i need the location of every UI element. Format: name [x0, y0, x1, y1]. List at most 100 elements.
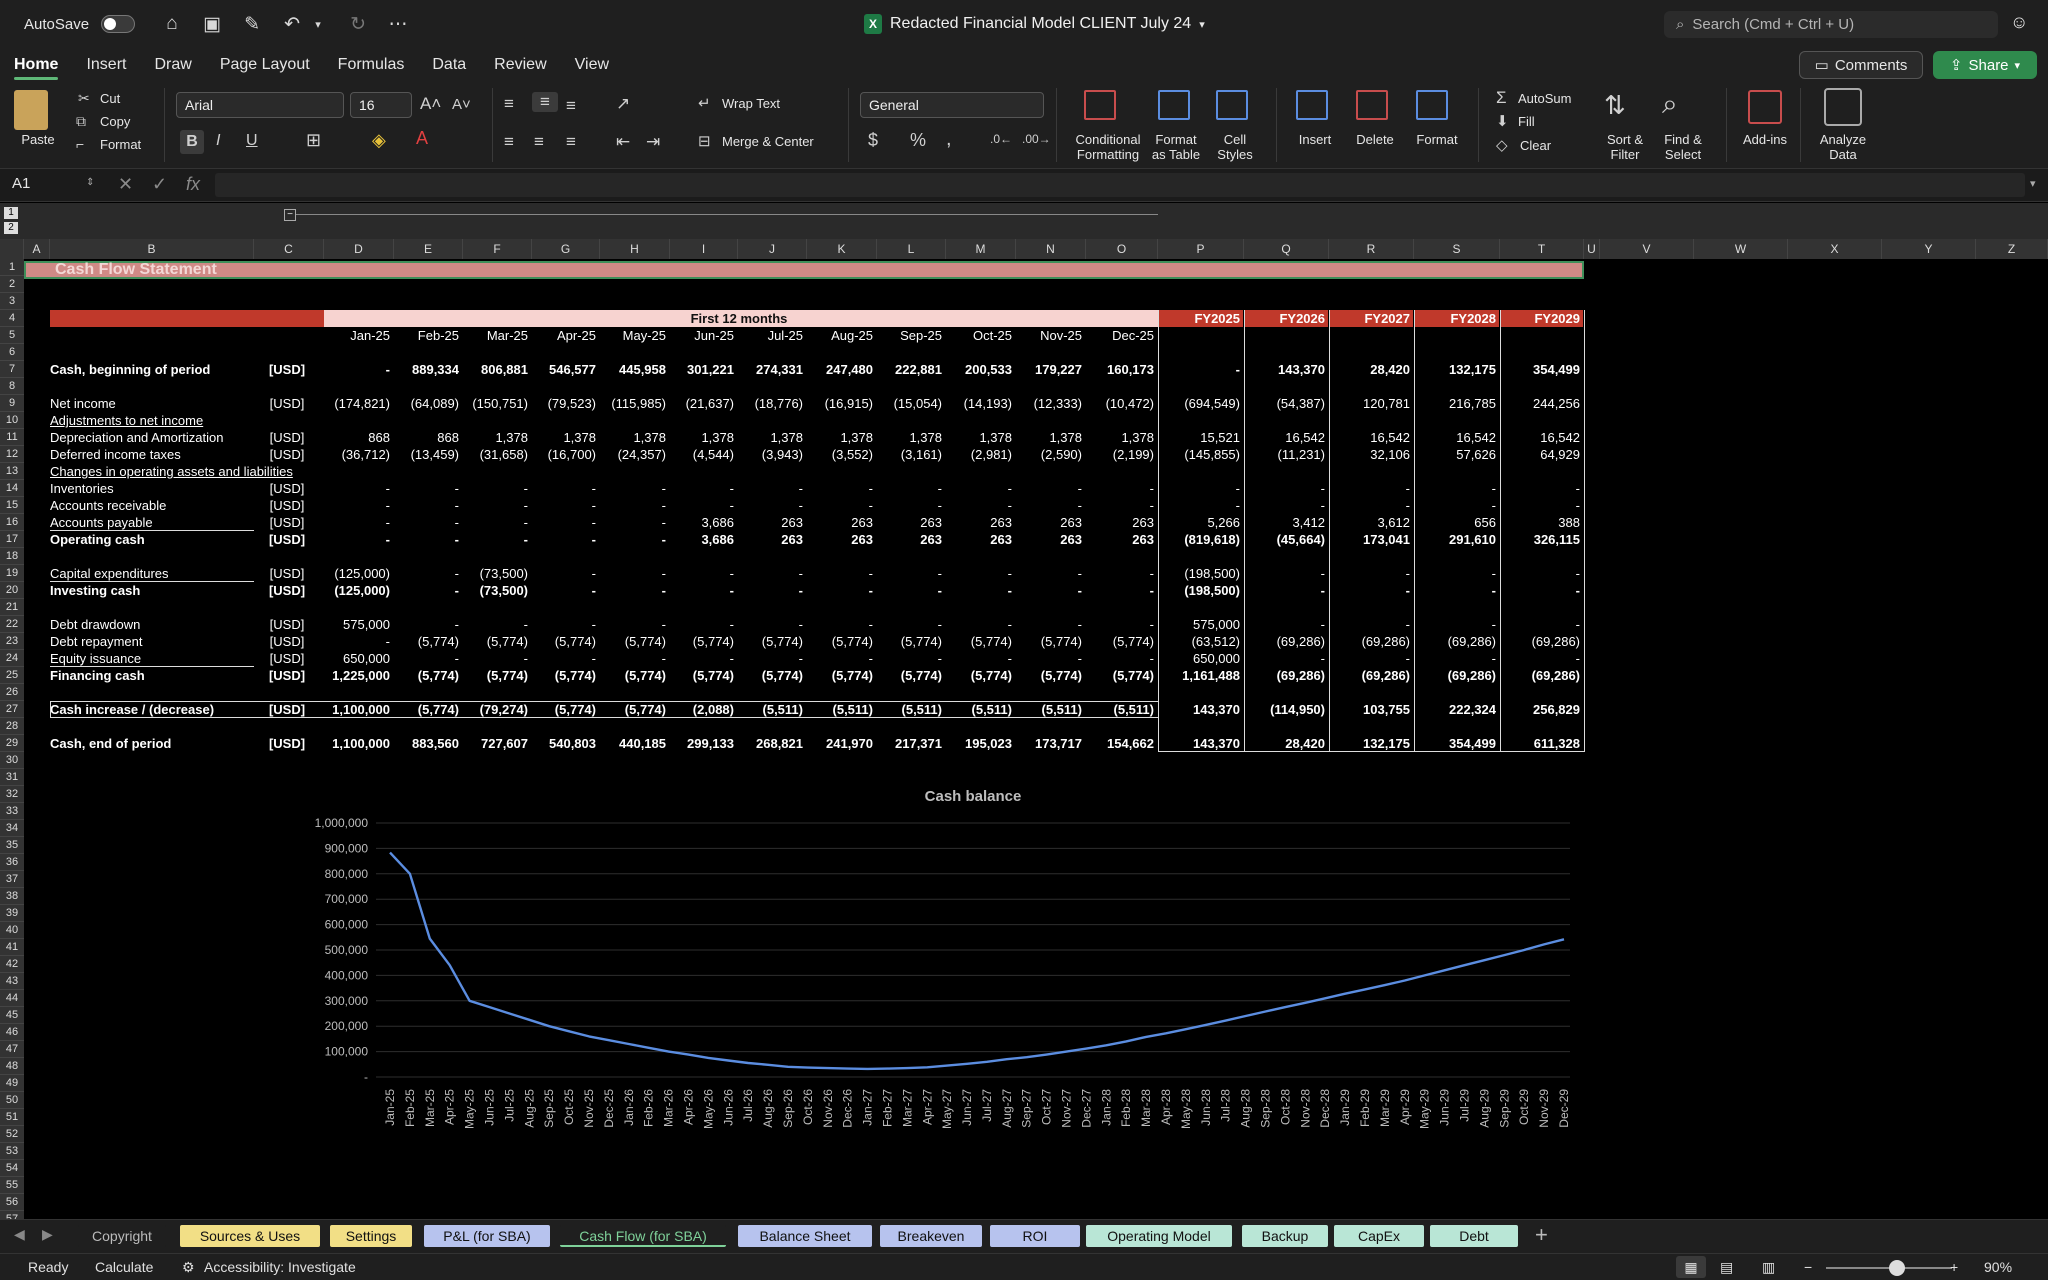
fy-value-cell[interactable]: (198,500) — [1158, 582, 1240, 599]
row-header[interactable]: 20 — [0, 582, 24, 599]
fy-value-cell[interactable]: (63,512) — [1158, 633, 1240, 650]
fy-value-cell[interactable]: (54,387) — [1244, 395, 1325, 412]
value-cell[interactable]: - — [532, 616, 596, 633]
value-cell[interactable]: 445,958 — [600, 361, 666, 378]
font-color-icon[interactable]: A — [416, 128, 428, 149]
value-cell[interactable]: - — [463, 514, 528, 531]
value-cell[interactable]: 299,133 — [670, 735, 734, 752]
first-12-months-header[interactable]: First 12 months — [324, 310, 1154, 327]
value-cell[interactable]: - — [1086, 565, 1154, 582]
format-as-table-button[interactable]: Format as Table — [1146, 132, 1206, 162]
share-button[interactable]: ⇪ Share ▾ — [1933, 51, 2037, 79]
sheet-tab[interactable]: Copyright — [78, 1225, 166, 1247]
row-header[interactable]: 12 — [0, 446, 24, 463]
value-cell[interactable]: 263 — [1016, 531, 1082, 548]
formula-input[interactable] — [215, 173, 2025, 197]
month-header[interactable]: Mar-25 — [463, 327, 528, 344]
row-header[interactable]: 16 — [0, 514, 24, 531]
conditional-formatting-icon[interactable] — [1084, 90, 1116, 120]
function-icon[interactable]: fx — [186, 174, 200, 195]
fy-value-cell[interactable]: - — [1329, 582, 1410, 599]
normal-view-icon[interactable]: ▦ — [1676, 1256, 1706, 1278]
name-box[interactable]: A1 — [12, 175, 30, 192]
row-header[interactable]: 18 — [0, 548, 24, 565]
percent-icon[interactable]: % — [910, 130, 926, 151]
underline-button[interactable]: U — [246, 132, 258, 150]
value-cell[interactable]: 154,662 — [1086, 735, 1154, 752]
fy-value-cell[interactable]: 611,328 — [1500, 735, 1580, 752]
fy-value-cell[interactable]: 103,755 — [1329, 701, 1410, 718]
value-cell[interactable]: 1,225,000 — [324, 667, 390, 684]
value-cell[interactable]: - — [324, 514, 390, 531]
add-ins-button[interactable]: Add-ins — [1740, 132, 1790, 147]
column-header-l[interactable]: L — [877, 239, 946, 259]
column-header-u[interactable]: U — [1584, 239, 1600, 259]
fy-value-cell[interactable]: 28,420 — [1244, 735, 1325, 752]
row-header[interactable]: 45 — [0, 1007, 24, 1024]
row-label[interactable]: Financing cash — [50, 667, 250, 684]
name-box-stepper-icon[interactable]: ⇕ — [86, 177, 94, 188]
value-cell[interactable]: - — [600, 565, 666, 582]
accessibility-button[interactable]: Accessibility: Investigate — [204, 1259, 356, 1275]
value-cell[interactable]: 263 — [946, 531, 1012, 548]
row-header[interactable]: 15 — [0, 497, 24, 514]
value-cell[interactable]: 868 — [324, 429, 390, 446]
row-header[interactable]: 32 — [0, 786, 24, 803]
column-header-d[interactable]: D — [324, 239, 394, 259]
align-left-icon[interactable]: ≡ — [504, 132, 514, 152]
value-cell[interactable]: - — [807, 565, 873, 582]
fill-color-icon[interactable]: ◈ — [372, 130, 386, 151]
value-cell[interactable]: - — [600, 480, 666, 497]
value-cell[interactable]: - — [670, 650, 734, 667]
row-label[interactable]: Operating cash — [50, 531, 250, 548]
fy-header[interactable]: FY2028 — [1414, 310, 1496, 327]
decrease-indent-icon[interactable]: ⇤ — [616, 132, 630, 152]
value-cell[interactable]: (3,552) — [807, 446, 873, 463]
value-cell[interactable]: - — [532, 582, 596, 599]
row-header[interactable]: 53 — [0, 1143, 24, 1160]
paste-label[interactable]: Paste — [16, 132, 60, 147]
row-header[interactable]: 24 — [0, 650, 24, 667]
value-cell[interactable]: 806,881 — [463, 361, 528, 378]
row-label[interactable]: Cash increase / (decrease) — [50, 701, 250, 718]
value-cell[interactable]: 217,371 — [877, 735, 942, 752]
value-cell[interactable]: 263 — [807, 514, 873, 531]
value-cell[interactable]: - — [532, 650, 596, 667]
value-cell[interactable]: 222,881 — [877, 361, 942, 378]
value-cell[interactable]: 263 — [946, 514, 1012, 531]
value-cell[interactable]: - — [324, 361, 390, 378]
value-cell[interactable]: (115,985) — [600, 395, 666, 412]
column-header-h[interactable]: H — [600, 239, 670, 259]
fy-value-cell[interactable]: - — [1329, 565, 1410, 582]
value-cell[interactable]: (5,774) — [394, 667, 459, 684]
row-label[interactable]: Depreciation and Amortization — [50, 429, 250, 446]
sheet-tab[interactable]: Debt — [1430, 1225, 1518, 1247]
row-header[interactable]: 9 — [0, 395, 24, 412]
tab-formulas[interactable]: Formulas — [324, 48, 419, 82]
outline-level-2[interactable]: 2 — [4, 222, 18, 234]
value-cell[interactable]: - — [394, 514, 459, 531]
row-header[interactable]: 4 — [0, 310, 24, 327]
value-cell[interactable]: (2,199) — [1086, 446, 1154, 463]
redo-icon[interactable]: ↻ — [347, 13, 369, 36]
sort-filter-button[interactable]: Sort & Filter — [1600, 132, 1650, 162]
row-header[interactable]: 29 — [0, 735, 24, 752]
column-header-c[interactable]: C — [254, 239, 324, 259]
unit-cell[interactable]: [USD] — [254, 667, 320, 684]
column-header-e[interactable]: E — [394, 239, 463, 259]
save-as-icon[interactable]: ✎ — [241, 13, 263, 36]
column-header-p[interactable]: P — [1158, 239, 1244, 259]
month-header[interactable]: Jul-25 — [738, 327, 803, 344]
fy-value-cell[interactable]: 132,175 — [1414, 361, 1496, 378]
value-cell[interactable]: 546,577 — [532, 361, 596, 378]
value-cell[interactable]: 263 — [1086, 531, 1154, 548]
cut-icon[interactable]: ✂ — [78, 90, 90, 107]
value-cell[interactable]: 247,480 — [807, 361, 873, 378]
fy-value-cell[interactable]: 5,266 — [1158, 514, 1240, 531]
autosum-icon[interactable]: Σ — [1496, 88, 1507, 108]
value-cell[interactable]: (79,274) — [463, 701, 528, 718]
currency-icon[interactable]: $ — [868, 130, 878, 151]
sheet-tab[interactable]: CapEx — [1334, 1225, 1424, 1247]
value-cell[interactable]: - — [463, 497, 528, 514]
value-cell[interactable]: 3,686 — [670, 514, 734, 531]
